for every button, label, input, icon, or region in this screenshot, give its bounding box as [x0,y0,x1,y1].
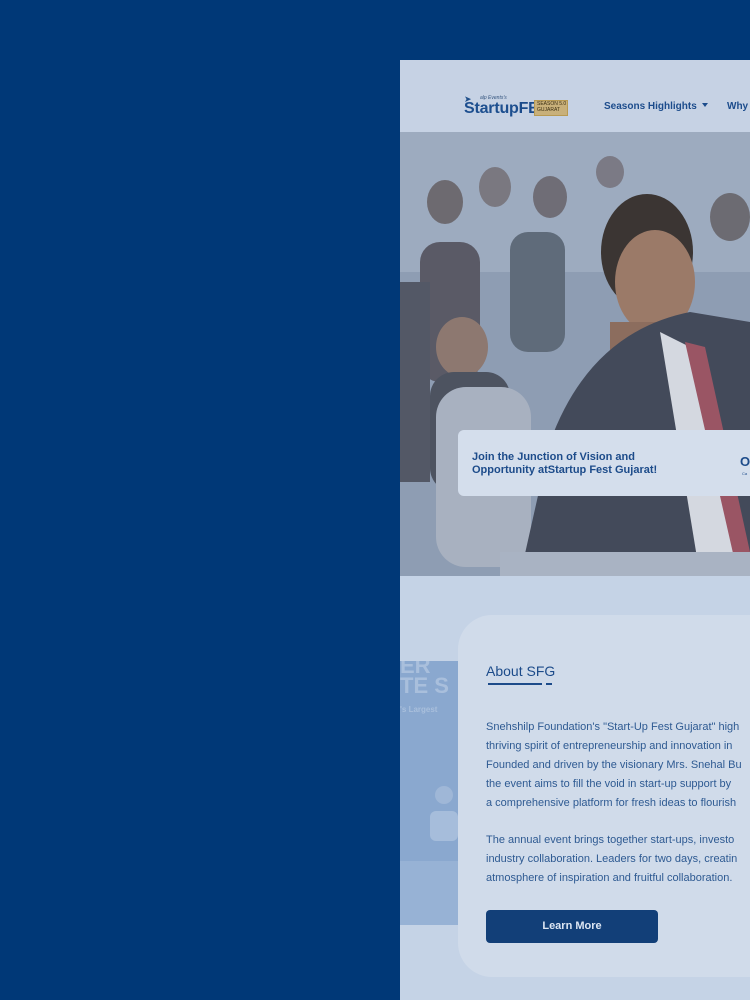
nav-item-why-attend[interactable]: Why A [727,101,750,112]
nav-item-label: Why A [727,101,750,112]
about-paragraph-1: Snehshilp Foundation's "Start-Up Fest Gu… [486,718,750,813]
about-text-line: thriving spirit of entrepreneurship and … [486,740,733,752]
heading-underline [488,683,542,685]
nav-item-seasons-highlights[interactable]: Seasons Highlights [604,101,708,112]
about-card: About SFG Snehshilp Foundation's "Start-… [458,615,750,977]
heading-underline-dash [546,683,552,685]
about-heading: About SFG [486,663,556,679]
about-text-line: atmosphere of inspiration and fruitful c… [486,872,733,884]
navbar: ➤ alp Events's StartupFEST SEASON 5.0 GU… [400,60,750,132]
hero-cta-card: Join the Junction of Vision and Opportun… [458,430,750,496]
nav-item-label: Seasons Highlights [604,101,697,112]
hero-cta-text: Join the Junction of Vision and Opportun… [472,451,658,476]
website-preview: ➤ alp Events's StartupFEST SEASON 5.0 GU… [400,60,750,1000]
hero-photo [400,132,750,576]
about-text-line: industry collaboration. Leaders for two … [486,853,738,865]
about-text-line: Founded and driven by the visionary Mrs.… [486,759,742,771]
logo-region: GUJARAT [537,107,560,113]
startup-fest-logo[interactable]: ➤ alp Events's StartupFEST SEASON 5.0 GU… [462,94,572,118]
about-text-line: a comprehensive platform for fresh ideas… [486,797,737,809]
about-text-line: Snehshilp Foundation's "Start-Up Fest Gu… [486,721,740,733]
logo-edition-badge: SEASON 5.0 GUJARAT [534,100,568,116]
learn-more-button[interactable]: Learn More [486,910,658,943]
logo-word-startup: Startup [464,100,519,117]
caret-down-icon [701,103,708,107]
hero-cta-subtext: Ca [742,471,748,476]
about-text-line: The annual event brings together start-u… [486,834,735,846]
hero-cta-button[interactable]: O [740,454,750,469]
about-paragraph-2: The annual event brings together start-u… [486,831,750,888]
hero-section: Join the Junction of Vision and Opportun… [400,132,750,576]
about-text-line: the event aims to fill the void in start… [486,778,732,790]
